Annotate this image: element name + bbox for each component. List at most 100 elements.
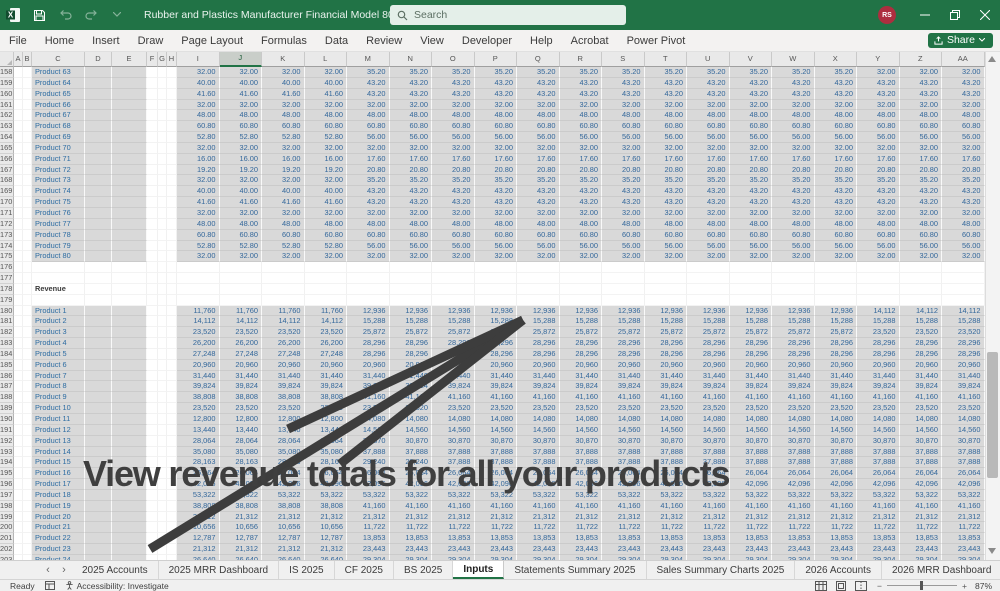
cell[interactable] — [147, 371, 158, 382]
value-cell[interactable]: 43.20 — [772, 197, 815, 208]
value-cell[interactable]: 32.00 — [900, 251, 943, 262]
value-cell[interactable]: 40.00 — [305, 78, 348, 89]
cell[interactable] — [112, 132, 147, 143]
value-cell[interactable]: 20,960 — [687, 360, 730, 371]
value-cell[interactable]: 35.20 — [815, 67, 858, 78]
cell[interactable] — [158, 121, 167, 132]
value-cell[interactable]: 35.20 — [475, 175, 518, 186]
sheet-tab-2025-mrr-dashboard[interactable]: 2025 MRR Dashboard — [159, 561, 280, 579]
value-cell[interactable]: 23,443 — [857, 544, 900, 555]
cell[interactable] — [85, 338, 112, 349]
value-cell[interactable]: 13,853 — [645, 533, 688, 544]
product-label[interactable]: Product 5 — [32, 349, 85, 360]
value-cell[interactable]: 20.80 — [772, 165, 815, 176]
product-label[interactable]: Product 79 — [32, 241, 85, 252]
value-cell[interactable]: 52.80 — [305, 132, 348, 143]
value-cell[interactable]: 28,296 — [900, 338, 943, 349]
value-cell[interactable]: 43.20 — [857, 78, 900, 89]
value-cell[interactable]: 43.20 — [900, 197, 943, 208]
cell[interactable] — [390, 284, 433, 295]
value-cell[interactable]: 28,296 — [857, 349, 900, 360]
cell[interactable] — [23, 154, 32, 165]
avatar[interactable]: RS — [878, 6, 896, 24]
value-cell[interactable]: 32.00 — [772, 251, 815, 262]
value-cell[interactable]: 32.00 — [857, 100, 900, 111]
row-number[interactable]: 173 — [0, 230, 14, 241]
cell[interactable] — [687, 262, 730, 273]
cell[interactable] — [730, 273, 773, 284]
value-cell[interactable]: 43.20 — [900, 186, 943, 197]
value-cell[interactable]: 56.00 — [517, 132, 560, 143]
value-cell[interactable]: 56.00 — [645, 132, 688, 143]
value-cell[interactable]: 41,160 — [645, 392, 688, 403]
value-cell[interactable]: 23,443 — [942, 544, 985, 555]
value-cell[interactable]: 35.20 — [772, 67, 815, 78]
cell[interactable] — [167, 154, 177, 165]
value-cell[interactable]: 41,160 — [687, 392, 730, 403]
cell[interactable] — [14, 436, 23, 447]
cell[interactable] — [147, 110, 158, 121]
value-cell[interactable]: 31,440 — [772, 371, 815, 382]
value-cell[interactable]: 21,312 — [942, 512, 985, 523]
value-cell[interactable]: 48.00 — [262, 110, 305, 121]
cell[interactable] — [112, 78, 147, 89]
cell[interactable] — [14, 295, 23, 306]
value-cell[interactable]: 48.00 — [347, 219, 390, 230]
value-cell[interactable]: 30,870 — [432, 436, 475, 447]
value-cell[interactable]: 31,440 — [560, 371, 603, 382]
value-cell[interactable]: 28,296 — [687, 338, 730, 349]
cell[interactable] — [158, 241, 167, 252]
value-cell[interactable]: 41.60 — [177, 197, 220, 208]
value-cell[interactable]: 17.60 — [772, 154, 815, 165]
row-number[interactable]: 184 — [0, 349, 14, 360]
value-cell[interactable]: 48.00 — [602, 219, 645, 230]
value-cell[interactable]: 48.00 — [942, 110, 985, 121]
cell[interactable] — [14, 273, 23, 284]
value-cell[interactable]: 14,080 — [475, 414, 518, 425]
cell[interactable] — [167, 327, 177, 338]
cell[interactable] — [772, 284, 815, 295]
value-cell[interactable]: 43.20 — [645, 78, 688, 89]
value-cell[interactable]: 43.20 — [772, 89, 815, 100]
value-cell[interactable]: 23,520 — [305, 403, 348, 414]
zoom-level[interactable]: 87% — [975, 581, 992, 591]
value-cell[interactable]: 48.00 — [390, 110, 433, 121]
product-label[interactable]: Product 75 — [32, 197, 85, 208]
value-cell[interactable]: 13,853 — [347, 533, 390, 544]
zoom-slider-thumb[interactable] — [920, 581, 923, 590]
product-label[interactable]: Product 12 — [32, 425, 85, 436]
value-cell[interactable]: 32.00 — [390, 251, 433, 262]
cell[interactable] — [85, 501, 112, 512]
cell[interactable] — [305, 262, 348, 273]
cell[interactable] — [147, 403, 158, 414]
cell[interactable] — [14, 197, 23, 208]
cell[interactable] — [23, 219, 32, 230]
value-cell[interactable]: 20.80 — [560, 165, 603, 176]
cell[interactable] — [112, 414, 147, 425]
cell[interactable] — [23, 327, 32, 338]
value-cell[interactable]: 43.20 — [390, 197, 433, 208]
value-cell[interactable]: 28,296 — [432, 349, 475, 360]
value-cell[interactable]: 56.00 — [772, 132, 815, 143]
cell[interactable] — [85, 360, 112, 371]
ribbon-tab-page-layout[interactable]: Page Layout — [172, 30, 252, 52]
value-cell[interactable]: 21,312 — [475, 512, 518, 523]
cell[interactable] — [942, 273, 985, 284]
value-cell[interactable]: 38,808 — [220, 501, 263, 512]
cell[interactable] — [112, 67, 147, 78]
cell[interactable] — [167, 512, 177, 523]
cell[interactable] — [14, 219, 23, 230]
value-cell[interactable]: 11,760 — [305, 306, 348, 317]
row-number[interactable]: 163 — [0, 121, 14, 132]
cell[interactable] — [85, 436, 112, 447]
sheet-tab-inputs[interactable]: Inputs — [453, 561, 504, 579]
value-cell[interactable]: 60.80 — [517, 230, 560, 241]
cell[interactable] — [85, 165, 112, 176]
select-all-corner[interactable] — [0, 52, 14, 67]
cell[interactable] — [158, 501, 167, 512]
value-cell[interactable]: 31,440 — [390, 371, 433, 382]
cell[interactable] — [147, 208, 158, 219]
value-cell[interactable]: 11,722 — [560, 522, 603, 533]
row-number[interactable]: 201 — [0, 533, 14, 544]
column-header-Q[interactable]: Q — [517, 52, 560, 67]
